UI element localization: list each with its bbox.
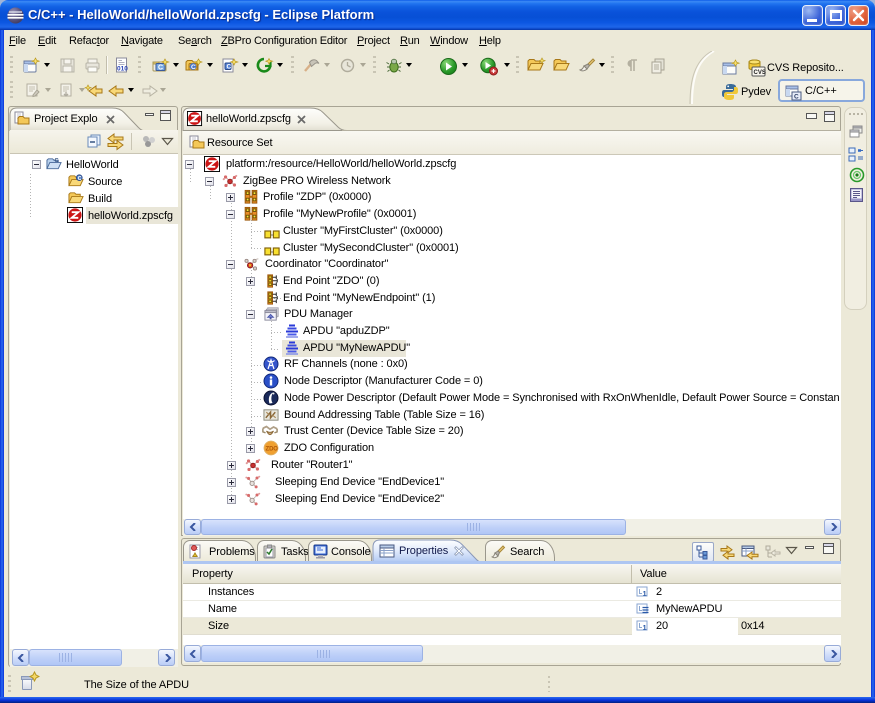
svg-text:C: C bbox=[227, 64, 232, 71]
svg-text:C: C bbox=[158, 65, 163, 72]
svg-text:C: C bbox=[191, 64, 196, 71]
svg-text:1: 1 bbox=[643, 623, 647, 632]
svg-text:C: C bbox=[794, 94, 799, 101]
svg-text:1: 1 bbox=[643, 589, 647, 598]
svg-text:010: 010 bbox=[117, 66, 128, 73]
svg-text:C: C bbox=[78, 176, 82, 182]
svg-text:CVS: CVS bbox=[754, 70, 766, 76]
svg-text:C: C bbox=[54, 158, 58, 164]
